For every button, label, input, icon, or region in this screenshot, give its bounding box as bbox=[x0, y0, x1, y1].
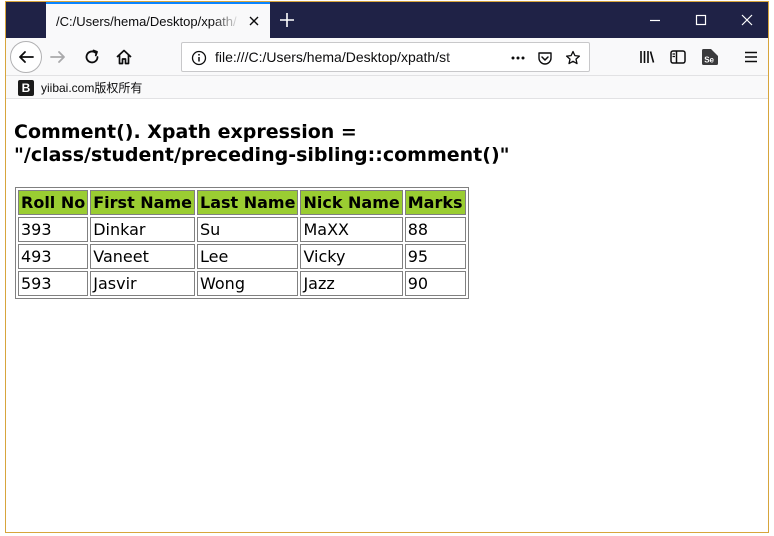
browser-window: /C:/Users/hema/Desktop/xpath/ file:///C:… bbox=[5, 1, 769, 533]
close-window-icon[interactable] bbox=[724, 2, 768, 38]
navigation-toolbar: file:///C:/Users/hema/Desktop/xpath/st S… bbox=[6, 38, 768, 76]
maximize-icon[interactable] bbox=[678, 2, 724, 38]
table-cell: 90 bbox=[404, 271, 466, 296]
table-cell: Jazz bbox=[300, 271, 403, 296]
new-tab-icon[interactable] bbox=[278, 11, 296, 29]
bookmark-star-icon[interactable] bbox=[564, 49, 582, 67]
home-icon[interactable] bbox=[114, 47, 134, 67]
table-cell: 88 bbox=[404, 217, 466, 242]
page-actions-icon[interactable] bbox=[509, 49, 527, 67]
column-header: First Name bbox=[90, 190, 195, 215]
library-icon[interactable] bbox=[637, 47, 657, 67]
table-cell: Jasvir bbox=[90, 271, 195, 296]
bookmark-label: yiibai.com版权所有 bbox=[41, 81, 143, 95]
selenium-extension-icon[interactable]: Se bbox=[700, 47, 720, 67]
reload-icon[interactable] bbox=[82, 47, 102, 67]
column-header: Last Name bbox=[197, 190, 299, 215]
tab-close-icon[interactable] bbox=[246, 13, 262, 29]
column-header: Roll No bbox=[18, 190, 89, 215]
url-text[interactable]: file:///C:/Users/hema/Desktop/xpath/st bbox=[215, 49, 475, 67]
tab-bar: /C:/Users/hema/Desktop/xpath/ bbox=[6, 2, 768, 38]
table-cell: 95 bbox=[404, 244, 466, 269]
back-arrow-icon[interactable] bbox=[10, 41, 42, 73]
page-heading: Comment(). Xpath expression = "/class/st… bbox=[14, 121, 510, 166]
table-cell: MaXX bbox=[300, 217, 403, 242]
table-cell: 593 bbox=[18, 271, 89, 296]
table-row: 493 Vaneet Lee Vicky 95 bbox=[18, 244, 466, 269]
table-cell: Dinkar bbox=[90, 217, 195, 242]
table-cell: Su bbox=[197, 217, 299, 242]
student-table: Roll No First Name Last Name Nick Name M… bbox=[15, 187, 469, 299]
table-cell: Wong bbox=[197, 271, 299, 296]
browser-tab[interactable]: /C:/Users/hema/Desktop/xpath/ bbox=[46, 2, 270, 38]
page-content: Comment(). Xpath expression = "/class/st… bbox=[6, 100, 768, 532]
svg-text:Se: Se bbox=[704, 56, 714, 65]
table-cell: Vaneet bbox=[90, 244, 195, 269]
pocket-icon[interactable] bbox=[536, 49, 554, 67]
bookmark-favicon-icon: B bbox=[18, 79, 34, 96]
table-row: 393 Dinkar Su MaXX 88 bbox=[18, 217, 466, 242]
bookmark-item[interactable]: B yiibai.com版权所有 bbox=[18, 79, 142, 96]
table-row: 593 Jasvir Wong Jazz 90 bbox=[18, 271, 466, 296]
menu-hamburger-icon[interactable] bbox=[741, 47, 761, 67]
table-cell: 393 bbox=[18, 217, 89, 242]
column-header: Marks bbox=[404, 190, 466, 215]
forward-arrow-icon[interactable] bbox=[48, 47, 68, 67]
minimize-icon[interactable] bbox=[632, 2, 678, 38]
table-cell: Vicky bbox=[300, 244, 403, 269]
column-header: Nick Name bbox=[300, 190, 403, 215]
sidebar-toggle-icon[interactable] bbox=[668, 47, 688, 67]
address-bar[interactable]: file:///C:/Users/hema/Desktop/xpath/st bbox=[181, 42, 590, 72]
table-header-row: Roll No First Name Last Name Nick Name M… bbox=[18, 190, 466, 215]
table-cell: Lee bbox=[197, 244, 299, 269]
table-cell: 493 bbox=[18, 244, 89, 269]
tab-title: /C:/Users/hema/Desktop/xpath/ bbox=[56, 13, 237, 29]
bookmarks-toolbar: B yiibai.com版权所有 bbox=[6, 76, 768, 99]
page-info-icon[interactable] bbox=[190, 49, 208, 67]
